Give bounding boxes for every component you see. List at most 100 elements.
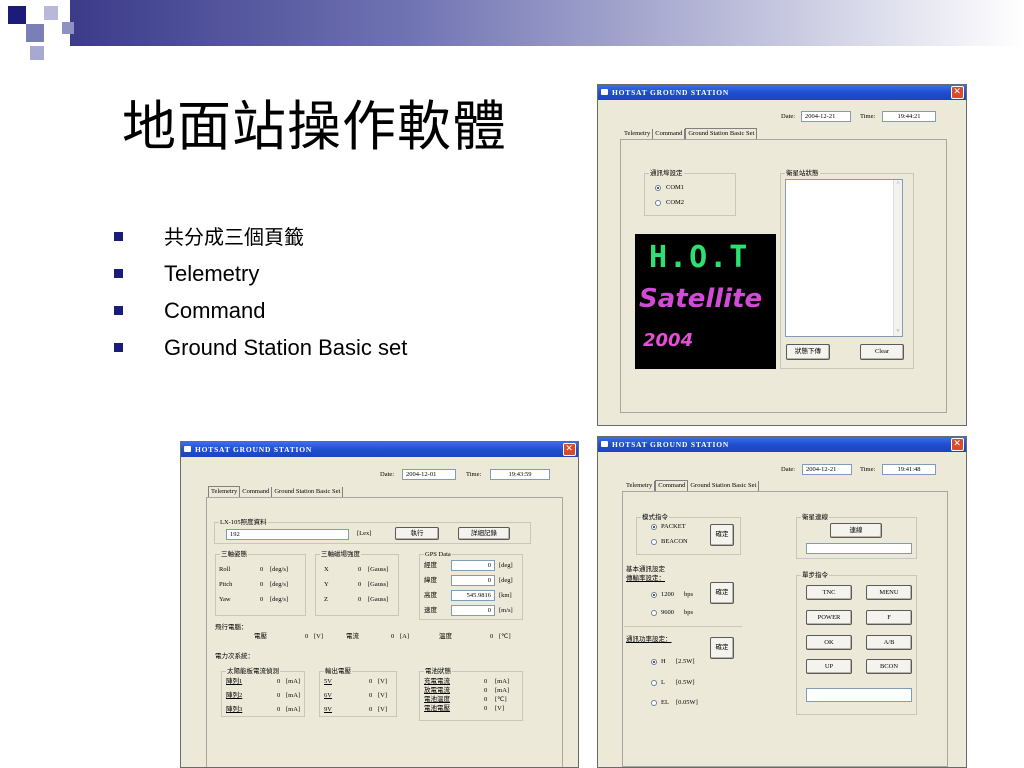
power-confirm-button[interactable]: 確定 (710, 637, 734, 659)
tab-command[interactable]: Command (653, 129, 686, 139)
step-button-f[interactable]: F (866, 610, 912, 625)
scrollbar[interactable]: ^ v (893, 180, 902, 336)
step-response-field[interactable] (806, 688, 912, 702)
magnet-unit: [Gauss] (368, 566, 389, 573)
window-title: HOTSAT GROUND STATION (612, 88, 730, 97)
tab-telemetry[interactable]: Telemetry (622, 129, 654, 139)
radio-packet[interactable] (651, 524, 657, 530)
close-icon[interactable]: ✕ (951, 438, 964, 451)
power-el-value: [0.05W] (676, 699, 698, 706)
status-listbox[interactable]: ^ v (785, 179, 903, 337)
bullet-list: 共分成三個頁籤 Telemetry Command Ground Station… (114, 220, 407, 368)
step-button-bcon[interactable]: BCON (866, 659, 912, 674)
solar-array-unit: [mA] (286, 678, 301, 685)
battery-label: 電池電壓 (424, 705, 450, 712)
step-button-up[interactable]: UP (806, 659, 852, 674)
baud-confirm-button[interactable]: 確定 (710, 582, 734, 604)
solar-array-value: 0 (277, 706, 281, 713)
radio-power-l[interactable] (651, 680, 657, 686)
time-label: Time: (860, 113, 876, 120)
attitude-value: 0 (260, 566, 264, 573)
battery-label: 放電電流 (424, 687, 450, 694)
output-voltage-value: 0 (369, 678, 373, 685)
solar-array-value: 0 (277, 692, 281, 699)
group-label: 三軸磁場強度 (320, 550, 361, 559)
magnet-label: Y (324, 581, 329, 588)
radio-1200-bps[interactable] (651, 592, 657, 598)
detail-log-button[interactable]: 詳細記錄 (458, 527, 510, 540)
step-button-ab[interactable]: A/B (866, 635, 912, 650)
logo-line1: H.O.T (649, 240, 750, 275)
gps-label: 速度 (424, 607, 437, 614)
tab-telemetry[interactable]: Telemetry (624, 481, 656, 491)
group-label: 三軸姿態 (220, 550, 248, 559)
deco-square-light (44, 6, 58, 20)
power-h-value: [2.5W] (676, 658, 695, 665)
close-icon[interactable]: ✕ (563, 443, 576, 456)
battery-unit: [℃] (495, 696, 507, 703)
step-button-menu[interactable]: MENU (866, 585, 912, 600)
basic-comm-label: 基本通訊設定 (626, 566, 665, 573)
tab-ground-station-basic-set[interactable]: Ground Station Basic Set (685, 128, 758, 139)
step-button-tnc[interactable]: TNC (806, 585, 852, 600)
radio-com1[interactable] (655, 185, 661, 191)
gps-value-field[interactable]: 0 (451, 560, 495, 571)
attitude-unit: [deg/s] (270, 566, 289, 573)
lx-value-field[interactable]: 192 (226, 529, 349, 540)
date-field[interactable]: 2004-12-21 (802, 464, 852, 475)
radio-com2[interactable] (655, 200, 661, 206)
time-field[interactable]: 19:41:48 (882, 464, 936, 475)
link-status-field[interactable] (806, 543, 912, 554)
radio-9600-bps[interactable] (651, 610, 657, 616)
gps-unit: [deg] (499, 577, 513, 584)
gps-value-field[interactable]: 0 (451, 575, 495, 586)
magnet-label: Z (324, 596, 328, 603)
output-voltage-value: 0 (369, 706, 373, 713)
tab-bar: Telemetry Command Ground Station Basic Set (622, 128, 758, 139)
gps-unit: [deg] (499, 562, 513, 569)
group-label: 單步指令 (801, 571, 829, 580)
clear-button[interactable]: Clear (860, 344, 904, 360)
bullet-square-icon (114, 306, 123, 315)
mode-confirm-button[interactable]: 確定 (710, 524, 734, 546)
window-titlebar[interactable]: HOTSAT GROUND STATION ✕ (598, 437, 966, 452)
group-label: 電池狀態 (424, 667, 452, 676)
power-setting-label: 通訊功率設定： (626, 636, 672, 643)
power-el-label: EL (661, 699, 669, 706)
window-title: HOTSAT GROUND STATION (195, 445, 313, 454)
radio-power-h[interactable] (651, 659, 657, 665)
comm-port-group: 通訊埠設定 COM1 COM2 (644, 169, 736, 216)
date-field[interactable]: 2004-12-01 (402, 469, 456, 480)
lx-unit: [Lex] (357, 530, 372, 537)
divider (624, 626, 742, 627)
step-button-power[interactable]: POWER (806, 610, 852, 625)
download-status-button[interactable]: 狀態下傳 (786, 344, 830, 360)
tab-ground-station-basic-set[interactable]: Ground Station Basic Set (272, 487, 344, 497)
baud-1200-label: 1200 (661, 591, 674, 598)
time-field[interactable]: 19:43:59 (490, 469, 550, 480)
tab-telemetry[interactable]: Telemetry (208, 486, 241, 497)
time-field[interactable]: 19:44:21 (882, 111, 936, 122)
window-titlebar[interactable]: HOTSAT GROUND STATION ✕ (598, 85, 966, 100)
scroll-down-icon[interactable]: v (895, 328, 901, 334)
connect-button[interactable]: 連線 (830, 523, 882, 538)
attitude-label: Yaw (219, 596, 231, 603)
tab-ground-station-basic-set[interactable]: Ground Station Basic Set (688, 481, 760, 491)
window-titlebar[interactable]: HOTSAT GROUND STATION ✕ (181, 442, 578, 457)
radio-beacon[interactable] (651, 539, 657, 545)
gps-value-field[interactable]: 0 (451, 605, 495, 616)
tab-command[interactable]: Command (655, 480, 689, 491)
gps-value-field[interactable]: 545.9816 (451, 590, 495, 601)
close-icon[interactable]: ✕ (951, 86, 964, 99)
execute-button[interactable]: 執行 (395, 527, 439, 540)
step-button-ok[interactable]: OK (806, 635, 852, 650)
magnet-value: 0 (358, 581, 362, 588)
hot-satellite-logo: H.O.T Satellite 2004 (635, 234, 776, 369)
power-h-label: H (661, 658, 666, 665)
solar-array-label: 陣列2 (226, 692, 243, 699)
scroll-up-icon[interactable]: ^ (895, 181, 901, 187)
battery-label: 電池溫度 (424, 696, 450, 703)
tab-command[interactable]: Command (240, 487, 273, 497)
radio-power-el[interactable] (651, 700, 657, 706)
date-field[interactable]: 2004-12-21 (801, 111, 851, 122)
